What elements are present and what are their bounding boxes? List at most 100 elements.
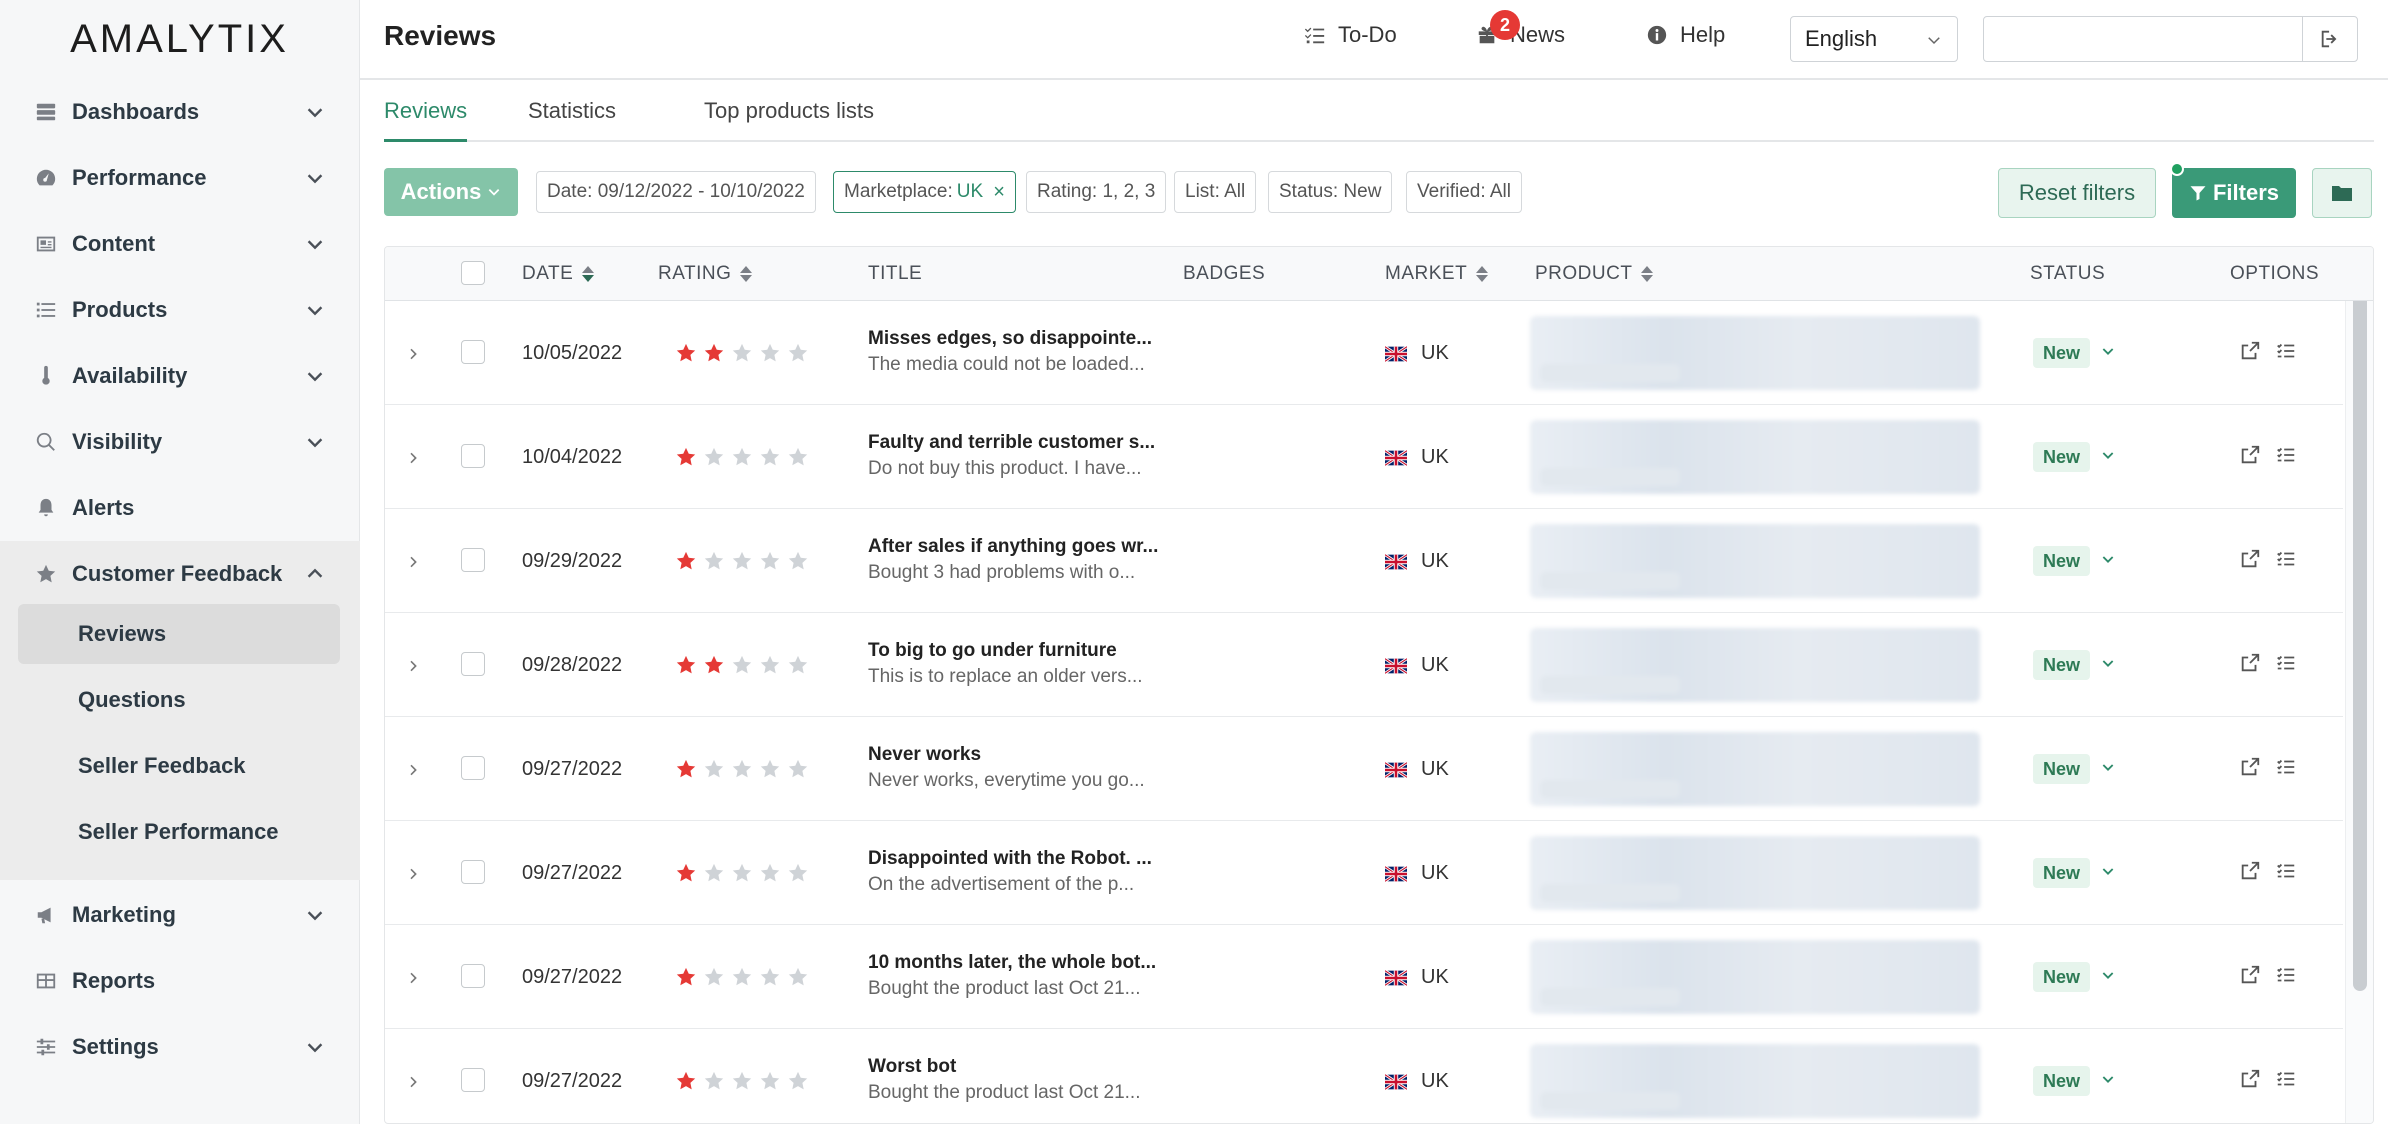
review-title-cell[interactable]: 10 months later, the whole bot... Bought… — [868, 952, 1156, 1000]
expand-row-button[interactable] — [405, 865, 421, 888]
scrollbar-thumb[interactable] — [2353, 251, 2367, 991]
open-external-button[interactable] — [2239, 756, 2261, 784]
table-row[interactable]: 10/05/2022 Misses edges, so disappointe.… — [385, 302, 2343, 405]
row-checkbox[interactable] — [461, 756, 485, 780]
chevron-down-icon[interactable] — [2100, 758, 2116, 781]
filter-chip-list[interactable]: List: All — [1174, 171, 1257, 213]
product-thumbnail-blurred[interactable] — [1530, 732, 1980, 806]
review-title-cell[interactable]: After sales if anything goes wr... Bough… — [868, 536, 1158, 584]
column-header-date[interactable]: DATE — [522, 263, 595, 285]
expand-row-button[interactable] — [405, 761, 421, 784]
product-thumbnail-blurred[interactable] — [1530, 316, 1980, 390]
table-row[interactable]: 09/27/2022 Disappointed with the Robot. … — [385, 822, 2343, 925]
row-checkbox[interactable] — [461, 1068, 485, 1092]
expand-row-button[interactable] — [405, 1073, 421, 1096]
open-external-button[interactable] — [2239, 444, 2261, 472]
add-to-list-button[interactable] — [2275, 444, 2297, 472]
filter-chip-rating[interactable]: Rating: 1, 2, 3 — [1026, 171, 1167, 213]
language-select[interactable]: English — [1790, 16, 1958, 62]
chevron-down-icon[interactable] — [2100, 342, 2116, 365]
table-row[interactable]: 09/27/2022 10 months later, the whole bo… — [385, 926, 2343, 1029]
row-checkbox[interactable] — [461, 444, 485, 468]
row-checkbox[interactable] — [461, 548, 485, 572]
column-header-rating[interactable]: RATING — [658, 263, 753, 285]
search-input[interactable] — [1983, 16, 2303, 62]
sidebar-item-alerts[interactable]: Alerts — [0, 475, 360, 541]
sidebar-item-products[interactable]: Products — [0, 277, 360, 343]
chevron-down-icon[interactable] — [2100, 446, 2116, 469]
sidebar-item-visibility[interactable]: Visibility — [0, 409, 360, 475]
row-checkbox[interactable] — [461, 340, 485, 364]
saved-filters-button[interactable] — [2312, 168, 2372, 218]
add-to-list-button[interactable] — [2275, 652, 2297, 680]
status-cell[interactable]: New — [2033, 338, 2116, 368]
status-cell[interactable]: New — [2033, 962, 2116, 992]
open-external-button[interactable] — [2239, 548, 2261, 576]
chevron-down-icon[interactable] — [2100, 654, 2116, 677]
open-external-button[interactable] — [2239, 1068, 2261, 1096]
sidebar-subitem-seller-feedback[interactable]: Seller Feedback — [18, 736, 340, 796]
status-cell[interactable]: New — [2033, 754, 2116, 784]
product-thumbnail-blurred[interactable] — [1530, 1044, 1980, 1118]
open-external-button[interactable] — [2239, 860, 2261, 888]
status-cell[interactable]: New — [2033, 442, 2116, 472]
reset-filters-button[interactable]: Reset filters — [1998, 168, 2156, 218]
tab-statistics[interactable]: Statistics — [528, 98, 616, 142]
column-header-product[interactable]: PRODUCT — [1535, 263, 1654, 285]
sidebar-item-customer-feedback[interactable]: Customer Feedback — [0, 541, 360, 607]
add-to-list-button[interactable] — [2275, 1068, 2297, 1096]
help-link[interactable]: Help — [1646, 22, 1725, 48]
review-title-cell[interactable]: Never works Never works, everytime you g… — [868, 744, 1145, 792]
sidebar-item-content[interactable]: Content — [0, 211, 360, 277]
filter-chip-date[interactable]: Date: 09/12/2022 - 10/10/2022 — [536, 171, 816, 213]
sidebar-subitem-questions[interactable]: Questions — [18, 670, 340, 730]
table-row[interactable]: 10/04/2022 Faulty and terrible customer … — [385, 406, 2343, 509]
sidebar-item-settings[interactable]: Settings — [0, 1014, 360, 1080]
status-cell[interactable]: New — [2033, 858, 2116, 888]
add-to-list-button[interactable] — [2275, 756, 2297, 784]
review-title-cell[interactable]: Disappointed with the Robot. ... On the … — [868, 848, 1152, 896]
product-thumbnail-blurred[interactable] — [1530, 524, 1980, 598]
table-row[interactable]: 09/27/2022 Never works Never works, ever… — [385, 718, 2343, 821]
add-to-list-button[interactable] — [2275, 548, 2297, 576]
tab-reviews[interactable]: Reviews — [384, 98, 468, 142]
table-row[interactable]: 09/29/2022 After sales if anything goes … — [385, 510, 2343, 613]
close-icon[interactable]: × — [993, 181, 1005, 204]
expand-row-button[interactable] — [405, 345, 421, 368]
sidebar-item-marketing[interactable]: Marketing — [0, 882, 360, 948]
review-title-cell[interactable]: To big to go under furniture This is to … — [868, 640, 1143, 688]
expand-row-button[interactable] — [405, 553, 421, 576]
product-thumbnail-blurred[interactable] — [1530, 940, 1980, 1014]
expand-row-button[interactable] — [405, 449, 421, 472]
status-cell[interactable]: New — [2033, 650, 2116, 680]
filter-chip-verified[interactable]: Verified: All — [1406, 171, 1522, 213]
app-logo[interactable]: AMALYTIX — [0, 0, 359, 78]
open-external-button[interactable] — [2239, 340, 2261, 368]
select-all-checkbox[interactable] — [461, 261, 485, 285]
actions-button[interactable]: Actions — [384, 168, 518, 216]
expand-row-button[interactable] — [405, 657, 421, 680]
chevron-down-icon[interactable] — [2100, 550, 2116, 573]
filter-chip-marketplace[interactable]: Marketplace: UK × — [833, 171, 1016, 213]
sidebar-subitem-reviews[interactable]: Reviews — [18, 604, 340, 664]
status-cell[interactable]: New — [2033, 546, 2116, 576]
product-thumbnail-blurred[interactable] — [1530, 420, 1980, 494]
sidebar-item-performance[interactable]: Performance — [0, 145, 360, 211]
table-row[interactable]: 09/27/2022 Worst bot Bought the product … — [385, 1030, 2343, 1123]
logout-button[interactable] — [2302, 16, 2358, 62]
sidebar-subitem-seller-performance[interactable]: Seller Performance — [18, 802, 340, 862]
product-thumbnail-blurred[interactable] — [1530, 836, 1980, 910]
sidebar-item-availability[interactable]: Availability — [0, 343, 360, 409]
review-title-cell[interactable]: Worst bot Bought the product last Oct 21… — [868, 1056, 1141, 1104]
add-to-list-button[interactable] — [2275, 340, 2297, 368]
chevron-down-icon[interactable] — [2100, 1070, 2116, 1093]
chevron-down-icon[interactable] — [2100, 862, 2116, 885]
add-to-list-button[interactable] — [2275, 860, 2297, 888]
todo-link[interactable]: To-Do — [1304, 22, 1397, 48]
add-to-list-button[interactable] — [2275, 964, 2297, 992]
review-title-cell[interactable]: Misses edges, so disappointe... The medi… — [868, 328, 1152, 376]
row-checkbox[interactable] — [461, 964, 485, 988]
row-checkbox[interactable] — [461, 652, 485, 676]
chevron-down-icon[interactable] — [2100, 966, 2116, 989]
column-header-market[interactable]: MARKET — [1385, 263, 1489, 285]
